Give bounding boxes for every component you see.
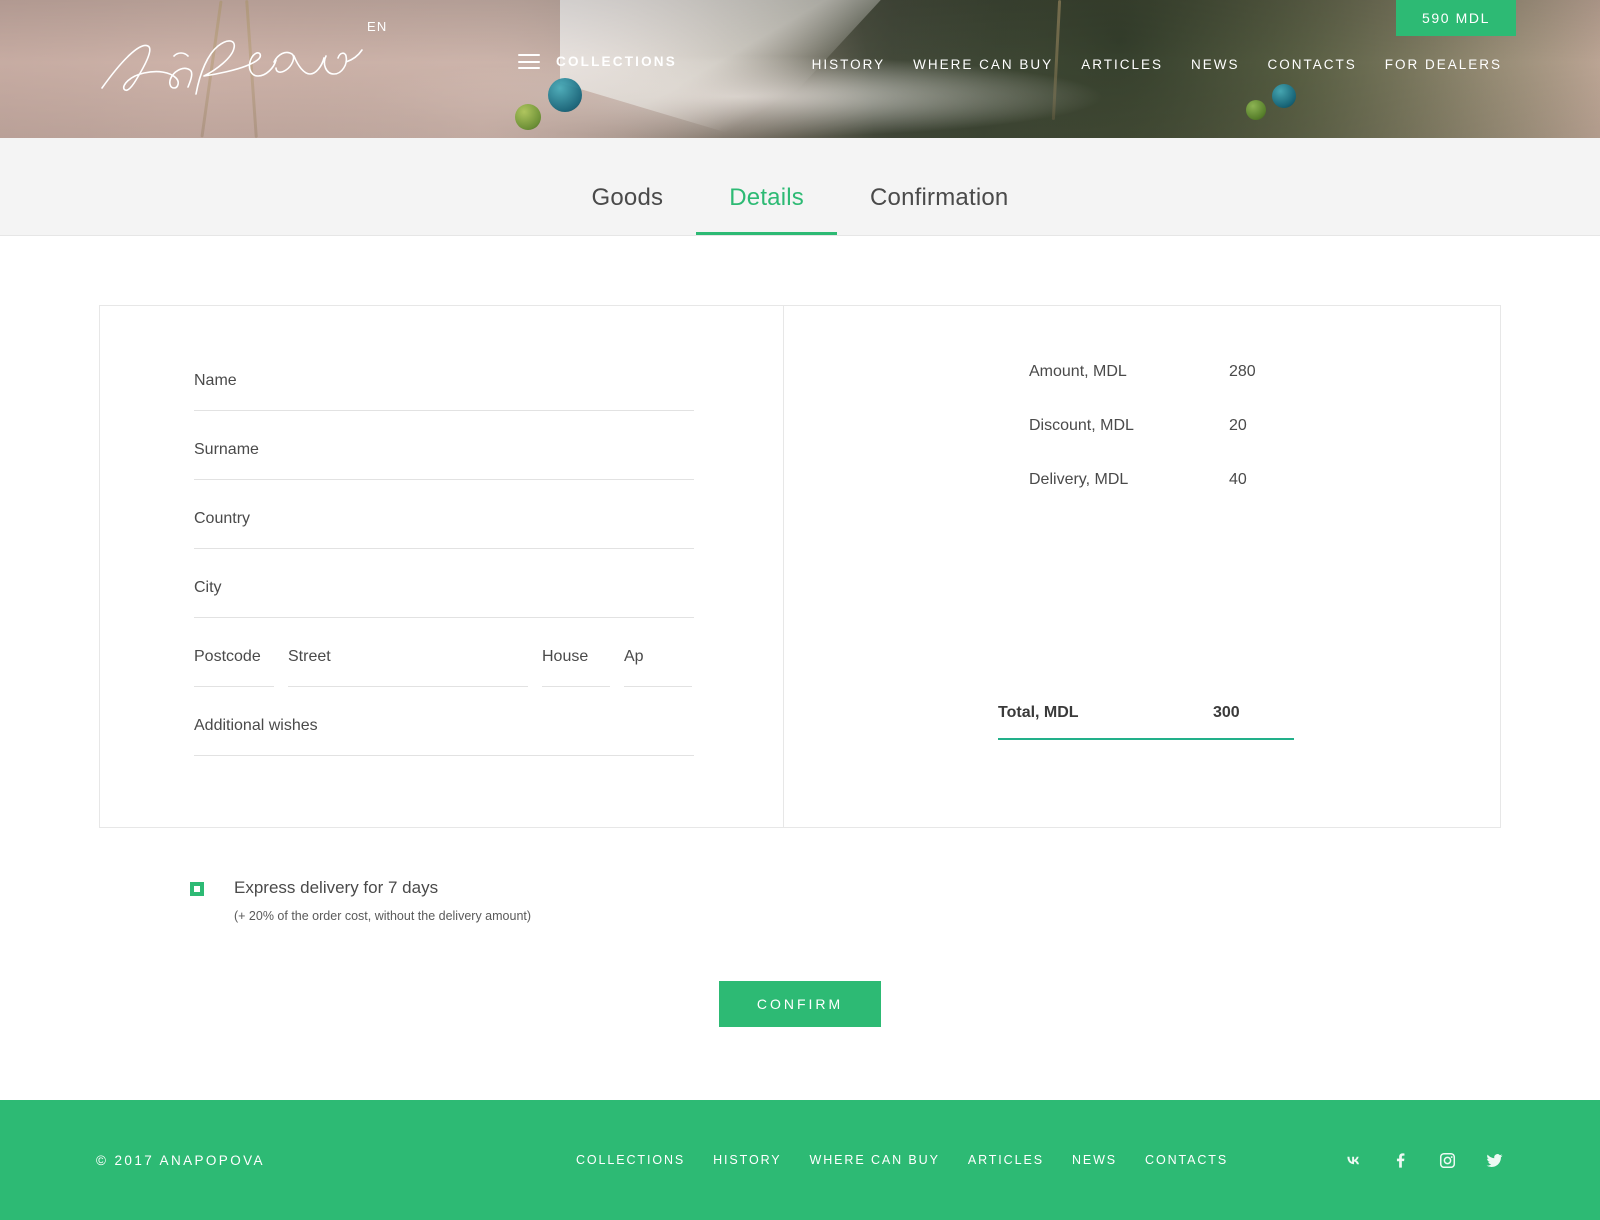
summary-label-discount: Discount, MDL: [1029, 417, 1134, 434]
tab-details[interactable]: Details: [696, 184, 837, 235]
brand-logo[interactable]: [96, 32, 366, 98]
field-city: [194, 570, 694, 618]
field-house: [542, 639, 610, 687]
summary-row-delivery: Delivery, MDL 40: [1029, 471, 1449, 489]
field-additional-wishes: [194, 708, 694, 756]
checkout-steps: Goods Details Confirmation: [559, 184, 1042, 235]
nav-item-history[interactable]: HISTORY: [798, 57, 900, 72]
vk-icon[interactable]: [1344, 1151, 1363, 1170]
field-name: [194, 363, 694, 411]
site-footer: © 2017 ANAPOPOVA COLLECTIONS HISTORY WHE…: [0, 1100, 1600, 1220]
house-input[interactable]: [542, 639, 610, 687]
main-navigation: HISTORY WHERE CAN BUY ARTICLES NEWS CONT…: [798, 57, 1516, 72]
footer-social-links: [1344, 1151, 1504, 1170]
country-input[interactable]: [194, 501, 694, 549]
nav-item-for-dealers[interactable]: FOR DEALERS: [1371, 57, 1516, 72]
tab-goods[interactable]: Goods: [559, 184, 697, 235]
express-delivery-checkbox[interactable]: [190, 882, 204, 896]
express-delivery-option[interactable]: Express delivery for 7 days (+ 20% of th…: [190, 877, 531, 923]
footer-link-contacts[interactable]: CONTACTS: [1131, 1153, 1242, 1167]
field-postcode: [194, 639, 274, 687]
footer-inner: © 2017 ANAPOPOVA COLLECTIONS HISTORY WHE…: [0, 1100, 1600, 1220]
summary-value-total: 300: [1213, 704, 1240, 721]
footer-link-where-can-buy[interactable]: WHERE CAN BUY: [796, 1153, 954, 1167]
summary-row-total: Total, MDL 300: [998, 704, 1294, 740]
nav-item-news[interactable]: NEWS: [1177, 57, 1254, 72]
nav-item-where-can-buy[interactable]: WHERE CAN BUY: [899, 57, 1067, 72]
tab-confirmation[interactable]: Confirmation: [837, 184, 1041, 235]
footer-link-collections[interactable]: COLLECTIONS: [562, 1153, 699, 1167]
instagram-icon[interactable]: [1438, 1151, 1457, 1170]
summary-row-discount: Discount, MDL 20: [1029, 417, 1449, 435]
nav-item-articles[interactable]: ARTICLES: [1067, 57, 1177, 72]
summary-label-total: Total, MDL: [998, 704, 1079, 721]
footer-copyright: © 2017 ANAPOPOVA: [96, 1152, 265, 1168]
express-delivery-label: Express delivery for 7 days: [234, 878, 439, 897]
cart-total-badge[interactable]: 590 MDL: [1395, 0, 1516, 36]
field-street: [288, 639, 528, 687]
summary-label-amount: Amount, MDL: [1029, 363, 1127, 380]
address-row: [194, 639, 694, 687]
site-header: EN COLLECTIONS HISTORY WHERE CAN BUY ART…: [0, 0, 1600, 138]
summary-label-delivery: Delivery, MDL: [1029, 471, 1129, 488]
facebook-icon[interactable]: [1391, 1151, 1410, 1170]
hamburger-icon[interactable]: [518, 54, 540, 69]
summary-value-delivery: 40: [1229, 471, 1247, 488]
field-surname: [194, 432, 694, 480]
customer-details-panel: [100, 306, 784, 827]
footer-navigation: COLLECTIONS HISTORY WHERE CAN BUY ARTICL…: [562, 1153, 1242, 1167]
confirm-button-wrapper: CONFIRM: [0, 981, 1600, 1027]
postcode-input[interactable]: [194, 639, 274, 687]
express-delivery-note: (+ 20% of the order cost, without the de…: [234, 908, 532, 923]
nav-item-contacts[interactable]: CONTACTS: [1253, 57, 1370, 72]
decorative-bead: [548, 78, 582, 112]
summary-row-amount: Amount, MDL 280: [1029, 363, 1449, 381]
additional-wishes-input[interactable]: [194, 708, 694, 756]
customer-details-form: [194, 363, 694, 777]
street-input[interactable]: [288, 639, 528, 687]
decorative-bead: [1246, 100, 1266, 120]
confirm-button[interactable]: CONFIRM: [718, 981, 882, 1027]
footer-link-articles[interactable]: ARTICLES: [954, 1153, 1058, 1167]
collections-label: COLLECTIONS: [556, 54, 677, 69]
field-country: [194, 501, 694, 549]
express-delivery-texts: Express delivery for 7 days (+ 20% of th…: [234, 877, 531, 923]
ap-input[interactable]: [624, 639, 692, 687]
language-label: EN: [367, 19, 388, 34]
footer-link-news[interactable]: NEWS: [1058, 1153, 1131, 1167]
twitter-icon[interactable]: [1485, 1151, 1504, 1170]
footer-link-history[interactable]: HISTORY: [699, 1153, 795, 1167]
decorative-bead: [1272, 84, 1296, 108]
checkout-steps-bar: Goods Details Confirmation: [0, 138, 1600, 236]
name-input[interactable]: [194, 363, 694, 411]
language-switcher[interactable]: EN: [367, 19, 387, 34]
field-ap: [624, 639, 692, 687]
surname-input[interactable]: [194, 432, 694, 480]
city-input[interactable]: [194, 570, 694, 618]
order-summary-rows: Amount, MDL 280 Discount, MDL 20 Deliver…: [1029, 363, 1449, 525]
summary-value-amount: 280: [1229, 363, 1256, 380]
summary-value-discount: 20: [1229, 417, 1247, 434]
collections-menu-button[interactable]: COLLECTIONS: [518, 54, 677, 69]
decorative-bead: [515, 104, 541, 130]
order-panel: Amount, MDL 280 Discount, MDL 20 Deliver…: [99, 305, 1501, 828]
order-summary-panel: Amount, MDL 280 Discount, MDL 20 Deliver…: [784, 306, 1500, 827]
